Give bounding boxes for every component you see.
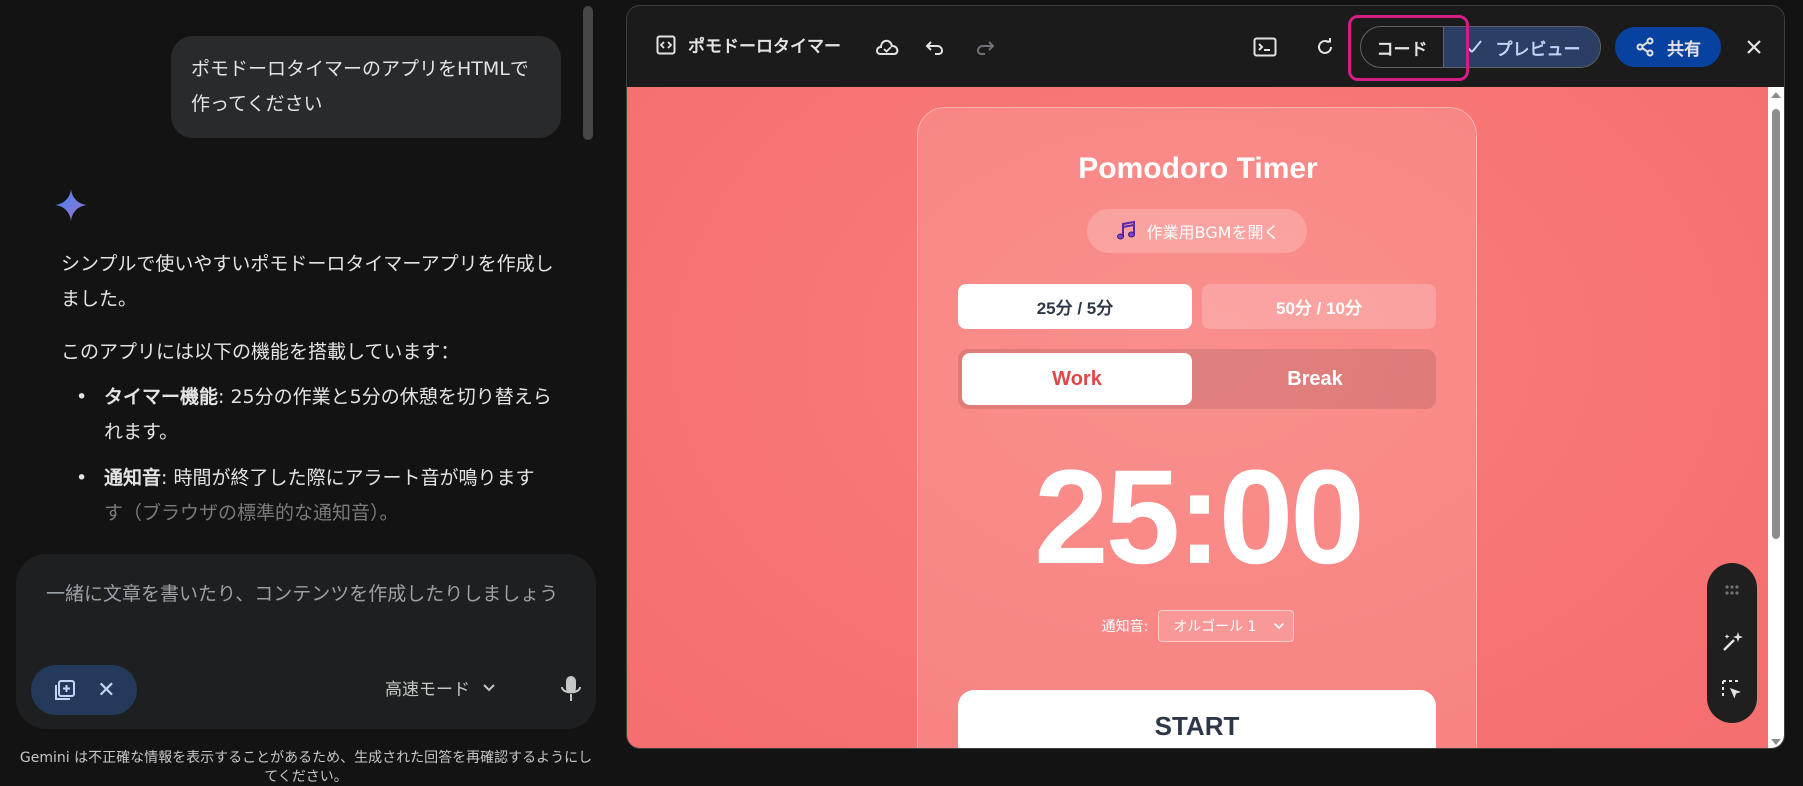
preset-label: 50分 / 10分 bbox=[1276, 299, 1362, 318]
microphone-icon[interactable] bbox=[556, 672, 586, 706]
redo-icon[interactable] bbox=[973, 34, 997, 60]
remove-tool-icon[interactable]: ✕ bbox=[97, 678, 115, 703]
chevron-down-icon bbox=[483, 683, 495, 691]
preset-50-10[interactable]: 50分 / 10分 bbox=[1202, 284, 1436, 329]
prompt-input[interactable]: 一緒に文章を書いたり、コンテンツを作成したりしましょう bbox=[46, 580, 566, 609]
reply-intro: シンプルで使いやすいポモドーロタイマーアプリを作成しました。 bbox=[61, 253, 554, 310]
preview-tab-label: プレビュー bbox=[1495, 39, 1581, 60]
bgm-button[interactable]: 作業用BGMを開く bbox=[1087, 209, 1307, 253]
chat-scrollbar[interactable] bbox=[583, 6, 593, 140]
app-root: ポモドーロタイマーのアプリをHTMLで作ってください シンプルで使いやすいポモド… bbox=[0, 0, 1803, 786]
annotation-highlight bbox=[1348, 15, 1469, 81]
app-preview[interactable]: Pomodoro Timer 作業用BGMを開く 25分 / 5分 50分 / … bbox=[627, 87, 1768, 748]
start-button[interactable]: START bbox=[958, 690, 1436, 748]
sound-setting: 通知音: オルゴール 1 bbox=[918, 610, 1478, 642]
undo-icon[interactable] bbox=[923, 34, 947, 60]
select-element-icon[interactable] bbox=[1719, 677, 1745, 703]
share-label: 共有 bbox=[1667, 39, 1701, 60]
console-icon[interactable] bbox=[1252, 34, 1278, 60]
canvas-title-group: ポモドーロタイマー bbox=[656, 32, 841, 57]
floating-toolbar bbox=[1707, 563, 1757, 723]
app-title: Pomodoro Timer bbox=[1078, 152, 1318, 185]
gemini-sparkle-icon bbox=[55, 189, 87, 221]
chat-history[interactable]: ポモドーロタイマーのアプリをHTMLで作ってください シンプルで使いやすいポモド… bbox=[0, 0, 600, 560]
scroll-down-arrow[interactable] bbox=[1771, 739, 1781, 745]
chat-pane: ポモドーロタイマーのアプリをHTMLで作ってください シンプルで使いやすいポモド… bbox=[0, 0, 612, 786]
reply-features-heading: このアプリには以下の機能を搭載しています： bbox=[61, 341, 460, 363]
canvas-add-icon bbox=[55, 680, 76, 700]
close-icon[interactable] bbox=[1741, 34, 1767, 60]
sound-select[interactable]: オルゴール 1 bbox=[1158, 610, 1295, 642]
timer-display: 25:00 bbox=[1034, 443, 1365, 592]
assistant-reply: シンプルで使いやすいポモドーロタイマーアプリを作成しました。 このアプリには以下… bbox=[61, 247, 566, 542]
share-button[interactable]: 共有 bbox=[1615, 27, 1721, 67]
preview-scrollbar[interactable] bbox=[1768, 87, 1784, 748]
share-icon bbox=[1636, 37, 1654, 57]
preset-label: 25分 / 5分 bbox=[1036, 299, 1114, 318]
work-mode-button[interactable]: Work bbox=[962, 353, 1192, 405]
user-message: ポモドーロタイマーのアプリをHTMLで作ってください bbox=[171, 36, 561, 138]
feature-item: タイマー機能: 25分の作業と5分の休憩を切り替えられます。 bbox=[76, 380, 566, 450]
canvas-toolbar: ポモドーロタイマー コード プレビュー 共有 bbox=[627, 6, 1784, 87]
work-mode-label: Work bbox=[1052, 367, 1102, 390]
mode-selector[interactable]: 高速モード bbox=[385, 675, 496, 700]
music-note-icon bbox=[1116, 220, 1135, 240]
canvas-tool-chip[interactable]: ✕ bbox=[31, 665, 137, 715]
drag-handle-icon[interactable] bbox=[1719, 577, 1745, 603]
preset-25-5[interactable]: 25分 / 5分 bbox=[958, 284, 1192, 329]
bgm-label: 作業用BGMを開く bbox=[1146, 223, 1280, 242]
break-mode-label: Break bbox=[1287, 367, 1343, 390]
code-file-icon bbox=[656, 35, 676, 54]
canvas-pane: ポモドーロタイマー コード プレビュー 共有 Pomodoro Timer 作業… bbox=[626, 5, 1785, 749]
sound-value: オルゴール 1 bbox=[1173, 619, 1257, 635]
feature-text: : 時間が終了した際にアラート音が鳴ります bbox=[161, 467, 535, 489]
canvas-title: ポモドーロタイマー bbox=[688, 37, 841, 57]
prompt-composer[interactable]: 一緒に文章を書いたり、コンテンツを作成したりしましょう ✕ 高速モード bbox=[16, 554, 596, 729]
mode-toggle: Work Break bbox=[958, 349, 1436, 409]
scroll-thumb[interactable] bbox=[1772, 109, 1780, 539]
break-mode-button[interactable]: Break bbox=[1198, 353, 1432, 405]
refresh-icon[interactable] bbox=[1313, 34, 1337, 60]
magic-edit-icon[interactable] bbox=[1719, 629, 1745, 655]
sound-label: 通知音: bbox=[1101, 619, 1149, 635]
start-label: START bbox=[1154, 710, 1240, 741]
chevron-down-icon bbox=[1274, 622, 1285, 630]
feature-title: 通知音 bbox=[104, 467, 162, 489]
feature-title: タイマー機能 bbox=[104, 386, 219, 408]
scroll-up-arrow[interactable] bbox=[1771, 92, 1781, 98]
mode-label: 高速モード bbox=[385, 680, 470, 700]
timer-card: Pomodoro Timer 作業用BGMを開く 25分 / 5分 50分 / … bbox=[917, 107, 1478, 748]
cloud-save-icon[interactable] bbox=[873, 34, 901, 60]
disclaimer: Gemini は不正確な情報を表示することがあるため、生成された回答を再確認する… bbox=[19, 750, 593, 785]
feature-list: タイマー機能: 25分の作業と5分の休憩を切り替えられます。 通知音: 時間が終… bbox=[61, 380, 566, 531]
